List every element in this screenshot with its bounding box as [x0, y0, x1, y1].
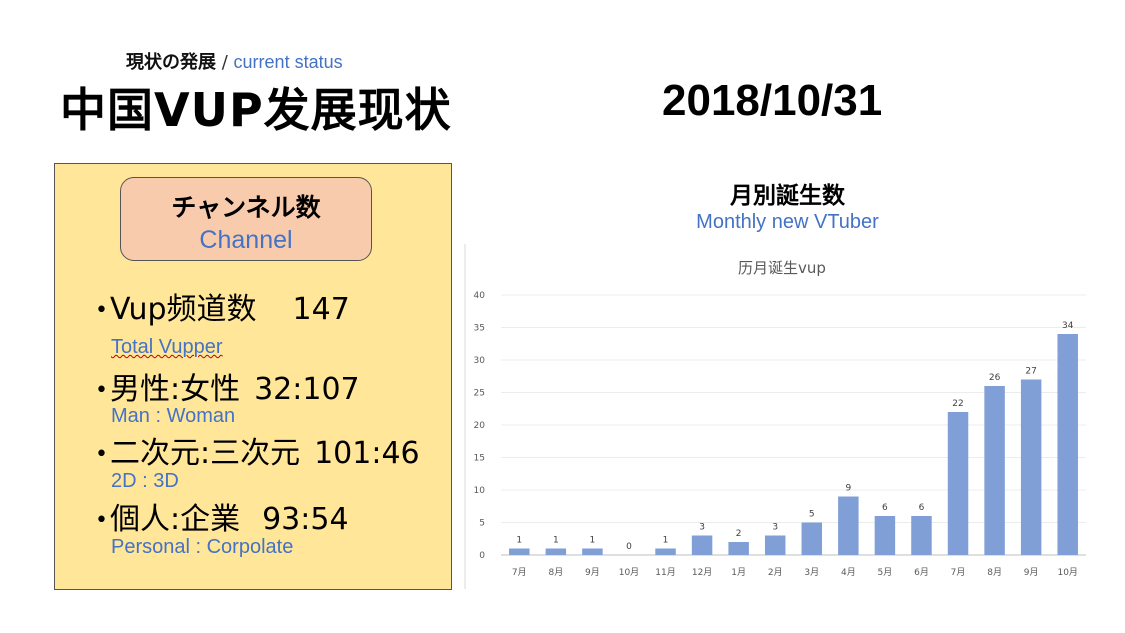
stat-sub-total: Total Vupper — [111, 336, 223, 358]
bar — [874, 516, 896, 555]
y-tick-label: 10 — [474, 486, 486, 496]
y-tick-label: 20 — [474, 421, 486, 431]
data-label: 9 — [845, 484, 851, 494]
data-label: 1 — [553, 536, 559, 546]
x-tick-label: 11月 — [655, 567, 675, 578]
subtitle-separator: / — [221, 52, 228, 73]
y-tick-label: 25 — [474, 389, 485, 399]
data-label: 22 — [952, 399, 963, 409]
chart-heading-subtitle: Monthly new VTuber — [696, 211, 879, 233]
stat-gender-ratio: •男性:女性 32:107 — [95, 372, 360, 407]
page-title: 中国VUP发展现状 — [60, 83, 452, 137]
x-tick-label: 7月 — [512, 567, 527, 578]
x-tick-label: 7月 — [951, 567, 966, 578]
x-tick-label: 9月 — [585, 567, 600, 578]
bar — [1057, 334, 1078, 555]
stat-sub-gender: Man : Woman — [111, 405, 236, 427]
bar — [984, 386, 1005, 555]
y-tick-label: 30 — [474, 356, 486, 366]
data-label: 27 — [1025, 367, 1036, 377]
data-label: 5 — [809, 510, 815, 520]
stat-value: 147 — [292, 292, 350, 327]
data-label: 3 — [699, 523, 705, 533]
stat-value: 32:107 — [254, 372, 360, 407]
y-tick-label: 35 — [474, 324, 485, 334]
bar — [509, 548, 530, 555]
data-label: 34 — [1062, 321, 1074, 331]
chart-title: 历月诞生vup — [738, 259, 826, 277]
stat-sub-dimension: 2D : 3D — [111, 470, 179, 492]
stat-ownership-ratio: •個人:企業 93:54 — [95, 502, 349, 537]
subtitle-en: current status — [233, 52, 343, 72]
bar — [911, 516, 932, 555]
section-subtitle: 現状の発展 / current status — [126, 48, 343, 74]
bar — [947, 412, 969, 555]
data-label: 1 — [590, 536, 596, 546]
x-tick-label: 9月 — [1024, 567, 1039, 578]
data-label: 26 — [989, 373, 1001, 383]
y-tick-label: 0 — [479, 551, 485, 561]
channel-heading-jp: チャンネル数 — [171, 193, 321, 222]
y-tick-label: 40 — [474, 291, 486, 301]
x-tick-label: 4月 — [841, 567, 856, 578]
bar — [655, 548, 676, 555]
stat-label: Vup频道数 — [109, 292, 257, 327]
bar — [1020, 379, 1042, 555]
x-tick-label: 3月 — [804, 567, 819, 578]
monthly-bar-chart: 历月诞生vup 051015202530354017月18月19月010月111… — [464, 244, 1086, 589]
date-label: 2018/10/31 — [662, 76, 883, 125]
data-label: 6 — [919, 503, 925, 513]
stat-total-channels: •Vup频道数 147 — [95, 292, 350, 327]
bar — [691, 535, 713, 555]
bar — [545, 548, 567, 555]
x-tick-label: 2月 — [768, 567, 783, 578]
x-tick-label: 6月 — [914, 567, 929, 578]
bar — [728, 542, 749, 555]
bar — [838, 496, 859, 555]
bar — [764, 535, 786, 555]
channel-stats-panel: チャンネル数 Channel •Vup频道数 147 Total Vupper •… — [54, 163, 452, 590]
data-label: 6 — [882, 503, 888, 513]
data-label: 1 — [663, 536, 669, 546]
data-label: 3 — [772, 523, 778, 533]
x-tick-label: 5月 — [878, 567, 893, 578]
chart-heading-title: 月別誕生数 — [730, 183, 845, 209]
y-tick-label: 5 — [479, 519, 485, 529]
stat-sub-ownership: Personal : Corpolate — [111, 536, 294, 558]
stat-label: 個人:企業 — [109, 502, 241, 537]
y-tick-label: 15 — [474, 454, 485, 464]
data-label: 1 — [516, 536, 522, 546]
stat-label: 男性:女性 — [109, 372, 241, 407]
stat-label: 二次元:三次元 — [109, 436, 301, 471]
data-label: 2 — [736, 529, 742, 539]
stat-value: 93:54 — [262, 502, 349, 537]
channel-heading-box: チャンネル数 Channel — [120, 177, 372, 261]
x-tick-label: 12月 — [692, 567, 712, 578]
bar — [582, 548, 603, 555]
x-tick-label: 8月 — [987, 567, 1002, 578]
subtitle-jp: 現状の発展 — [126, 52, 216, 73]
bar — [801, 522, 823, 555]
x-tick-label: 10月 — [1057, 567, 1077, 578]
x-tick-label: 10月 — [619, 567, 639, 578]
stat-dimension-ratio: •二次元:三次元 101:46 — [95, 436, 420, 471]
channel-heading-en: Channel — [199, 226, 293, 254]
x-tick-label: 1月 — [731, 567, 746, 578]
x-tick-label: 8月 — [548, 567, 563, 578]
data-label: 0 — [626, 542, 632, 552]
stat-value: 101:46 — [314, 436, 420, 471]
